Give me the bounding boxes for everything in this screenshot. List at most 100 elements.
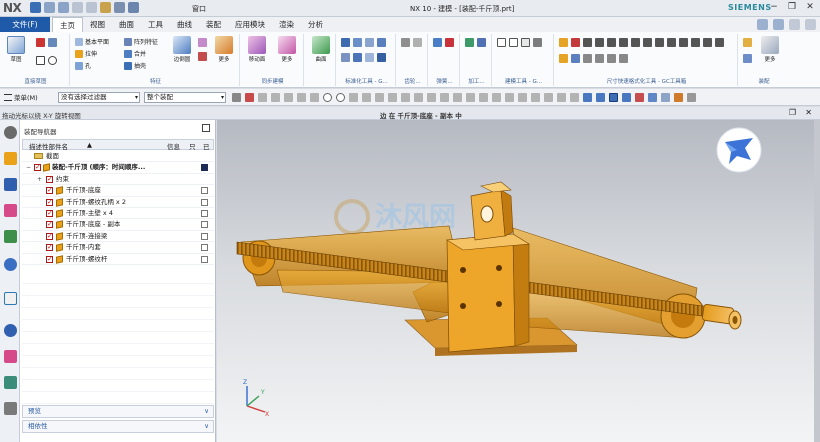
bearing-icon[interactable] (365, 53, 374, 62)
add-component-icon[interactable] (743, 38, 752, 47)
visibility-checkbox[interactable] (46, 197, 53, 208)
hole-button[interactable]: 孔 (75, 61, 91, 70)
snap-face-icon[interactable] (466, 93, 475, 102)
shell-button[interactable]: 抽壳 (124, 61, 146, 70)
datum-plane-button[interactable]: 基本平面 (75, 37, 109, 46)
view-triad-icon[interactable] (661, 93, 670, 102)
dim-j-icon[interactable] (667, 38, 676, 47)
arc-icon[interactable] (509, 38, 518, 47)
visibility-checkbox[interactable] (46, 185, 53, 196)
key-icon[interactable] (353, 53, 362, 62)
command-finder-icon[interactable] (757, 19, 768, 30)
jack-model-render[interactable]: 沐风网 Z X Y (217, 120, 820, 442)
pattern-feature-button[interactable]: 阵列特征 (124, 37, 158, 46)
system-materials-icon[interactable] (4, 324, 17, 337)
read-only-checkbox[interactable] (201, 209, 208, 217)
dim-d-icon[interactable] (595, 38, 604, 47)
snap-point-on-curve-icon[interactable] (349, 93, 358, 102)
column-info[interactable]: 信息 (167, 141, 180, 151)
sketch-button[interactable]: 草图 (4, 36, 28, 63)
tol-a-icon[interactable] (559, 54, 568, 63)
save-icon[interactable] (30, 2, 41, 13)
cylindrical-gear-icon[interactable] (401, 38, 410, 47)
dim-a-icon[interactable] (559, 38, 568, 47)
visibility-checkbox[interactable] (46, 231, 53, 242)
tree-row[interactable]: − 装配-千斤顶 (顺序：时间顺序... (22, 162, 214, 174)
snap-arc-icon[interactable] (401, 93, 410, 102)
restore-view-icon[interactable]: ❐ (789, 108, 796, 117)
dim-k-icon[interactable] (679, 38, 688, 47)
snap-point-on-face-icon[interactable] (362, 93, 371, 102)
dim-i-icon[interactable] (655, 38, 664, 47)
process-studio-icon[interactable] (4, 350, 17, 363)
section-view-icon[interactable] (674, 93, 683, 102)
snap-grid-icon[interactable] (440, 93, 449, 102)
paste-icon[interactable] (100, 2, 111, 13)
more-feature-button[interactable]: 更多 (212, 36, 236, 63)
text-icon[interactable] (533, 38, 542, 47)
snap-edge-icon[interactable] (505, 93, 514, 102)
washer-icon[interactable] (377, 38, 386, 47)
snap-bounded-icon[interactable] (375, 93, 384, 102)
snap-existing-icon[interactable] (388, 93, 397, 102)
triangle-icon[interactable] (497, 38, 506, 47)
snap-mid-icon[interactable] (284, 93, 293, 102)
more-sync-button[interactable]: 更多 (274, 36, 300, 63)
visibility-checkbox[interactable] (46, 219, 53, 230)
part-navigator-icon[interactable] (4, 204, 17, 217)
tab-6[interactable]: 应用模块 (228, 17, 272, 32)
tab-2[interactable]: 曲面 (112, 17, 141, 32)
visibility-checkbox[interactable] (34, 162, 41, 173)
snap-point-icon[interactable] (258, 93, 267, 102)
tol-c-icon[interactable] (583, 54, 592, 63)
dim-b-icon[interactable] (571, 38, 580, 47)
dim-e-icon[interactable] (607, 38, 616, 47)
more-assembly-button[interactable]: 更多 (758, 36, 782, 63)
tree-row[interactable]: 千斤顶-主壁 x 4 (22, 208, 214, 220)
selection-scope-dropdown[interactable]: 整个装配 ▾ (144, 92, 226, 103)
dependencies-panel[interactable]: 相依性 ∨ (22, 420, 214, 433)
standard-part-icon[interactable] (341, 38, 350, 47)
viewport-scrollbar[interactable] (814, 120, 820, 442)
read-only-checkbox[interactable] (201, 255, 208, 263)
roles-icon[interactable] (4, 402, 17, 415)
extrude-button[interactable]: 拉伸 (75, 49, 97, 58)
close-view-icon[interactable]: ✕ (805, 108, 812, 117)
tol-e-icon[interactable] (607, 54, 616, 63)
ribbon-restore-icon[interactable] (789, 19, 800, 30)
groove-icon[interactable] (477, 38, 486, 47)
tab-1[interactable]: 视图 (83, 17, 112, 32)
tab-3[interactable]: 工具 (141, 17, 170, 32)
assembly-navigator-icon[interactable] (4, 152, 17, 165)
bevel-gear-icon[interactable] (413, 38, 422, 47)
filter-reset-icon[interactable] (232, 93, 241, 102)
profile-icon[interactable] (36, 38, 45, 47)
snap-pole-icon[interactable] (453, 93, 462, 102)
tol-d-icon[interactable] (595, 54, 604, 63)
jack-arm-right[interactable] (512, 227, 706, 339)
rectangle-icon[interactable] (36, 56, 45, 65)
pin-icon[interactable] (341, 53, 350, 62)
tree-row[interactable]: 千斤顶-内套 (22, 242, 214, 254)
chamfer-icon[interactable] (198, 38, 207, 47)
move-face-button[interactable]: 移动面 (244, 36, 270, 63)
rotate-view-icon[interactable] (609, 93, 618, 102)
constraint-navigator-icon[interactable] (4, 178, 17, 191)
tab-7[interactable]: 渲染 (272, 17, 301, 32)
pan-icon[interactable] (622, 93, 631, 102)
column-modified[interactable]: 已 (203, 141, 210, 151)
jack-center-block[interactable] (446, 233, 530, 353)
copy-icon[interactable] (86, 2, 97, 13)
tree-row[interactable]: + 约束 (22, 174, 214, 186)
close-icon[interactable]: ✕ (804, 1, 816, 13)
edge-blend-button[interactable]: 边倒圆 (168, 36, 196, 63)
render-style-icon[interactable] (648, 93, 657, 102)
snap-end-icon[interactable] (271, 93, 280, 102)
spring-icon[interactable] (433, 38, 442, 47)
read-only-checkbox[interactable] (201, 187, 208, 195)
dim-g-icon[interactable] (631, 38, 640, 47)
visibility-checkbox[interactable] (46, 254, 53, 265)
snap-any-icon[interactable] (570, 93, 579, 102)
minimize-icon[interactable]: − (768, 1, 780, 13)
dim-c-icon[interactable] (583, 38, 592, 47)
